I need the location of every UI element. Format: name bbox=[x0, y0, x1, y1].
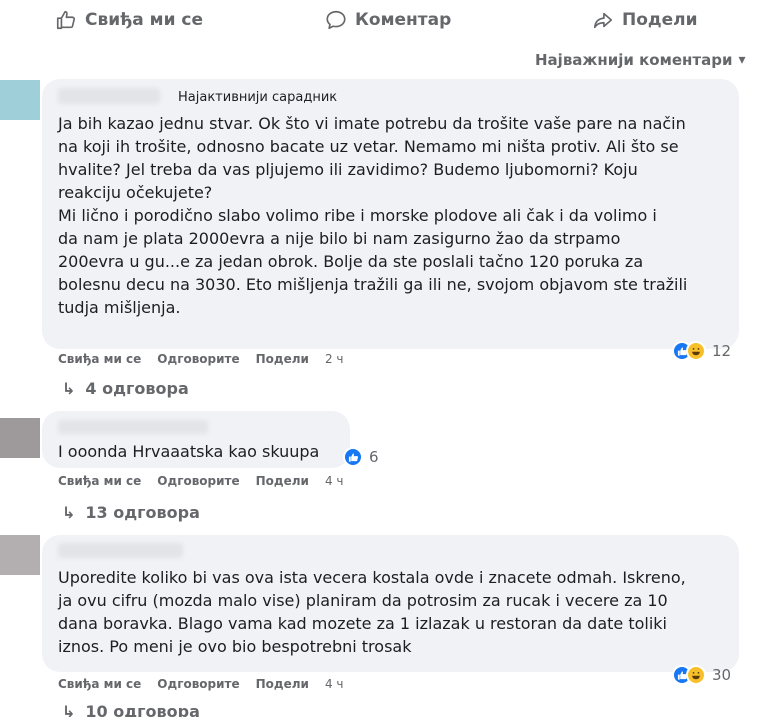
view-replies-link[interactable]: ↳ 13 одговора bbox=[62, 503, 200, 522]
comment-share-button[interactable]: Подели bbox=[256, 677, 309, 691]
replies-count-label: 13 одговора bbox=[85, 503, 200, 522]
comment-bubble-icon bbox=[326, 10, 346, 30]
comment-post-label: Коментар bbox=[355, 10, 452, 30]
reply-arrow-icon: ↳ bbox=[62, 702, 76, 717]
comment-reply-button[interactable]: Одговорите bbox=[157, 352, 239, 366]
blurred-commenter-name bbox=[58, 543, 183, 558]
thumbs-up-icon bbox=[56, 10, 76, 30]
comment-actions: Свиђа ми се Одговорите Подели 4 ч bbox=[58, 474, 344, 488]
comment-sort-dropdown[interactable]: Најважнији коментари ▾ bbox=[535, 49, 746, 71]
share-arrow-icon bbox=[593, 12, 613, 29]
comment-timestamp[interactable]: 4 ч bbox=[325, 677, 344, 691]
comment-reply-button[interactable]: Одговорите bbox=[157, 677, 239, 691]
replies-count-label: 4 одговора bbox=[85, 379, 189, 398]
comment-like-button[interactable]: Свиђа ми се bbox=[58, 352, 141, 366]
view-replies-link[interactable]: ↳ 10 одговора bbox=[62, 702, 200, 717]
blurred-commenter-name bbox=[58, 88, 160, 104]
blurred-commenter-name bbox=[58, 420, 208, 434]
comment-timestamp[interactable]: 2 ч bbox=[325, 352, 344, 366]
reaction-count: 12 bbox=[712, 342, 732, 360]
reaction-count: 6 bbox=[369, 448, 379, 466]
view-replies-link[interactable]: ↳ 4 одговора bbox=[62, 379, 189, 398]
like-post-button[interactable]: Свиђа ми се bbox=[55, 8, 203, 32]
comment-post-button[interactable]: Коментар bbox=[325, 8, 451, 32]
top-contributor-badge: Најактивнији сарадник bbox=[178, 90, 338, 105]
like-post-label: Свиђа ми се bbox=[85, 10, 204, 30]
share-post-button[interactable]: Подели bbox=[592, 8, 698, 32]
comment-text: Ja bih kazao jednu stvar. Ok što vi imat… bbox=[58, 114, 688, 317]
comment-actions: Свиђа ми се Одговорите Подели 2 ч bbox=[58, 352, 344, 366]
reply-arrow-icon: ↳ bbox=[62, 379, 76, 398]
comment-actions: Свиђа ми се Одговорите Подели 4 ч bbox=[58, 677, 344, 691]
commenter-avatar[interactable] bbox=[0, 535, 40, 575]
reaction-count: 30 bbox=[712, 666, 732, 684]
comment-reply-button[interactable]: Одговорите bbox=[157, 474, 239, 488]
replies-count-label: 10 одговора bbox=[85, 702, 200, 717]
comment-share-button[interactable]: Подели bbox=[256, 474, 309, 488]
commenter-avatar[interactable] bbox=[0, 80, 40, 120]
comment-reactions[interactable]: 6 bbox=[343, 447, 379, 467]
like-reaction-icon bbox=[343, 447, 363, 467]
haha-reaction-icon bbox=[686, 665, 706, 685]
comment-reactions[interactable]: 30 bbox=[672, 665, 731, 685]
comment-share-button[interactable]: Подели bbox=[256, 352, 309, 366]
share-post-label: Подели bbox=[622, 10, 698, 30]
commenter-avatar[interactable] bbox=[0, 418, 40, 458]
comment-like-button[interactable]: Свиђа ми се bbox=[58, 677, 141, 691]
haha-reaction-icon bbox=[686, 341, 706, 361]
comment-reactions[interactable]: 12 bbox=[672, 341, 731, 361]
comment-sort-label: Најважнији коментари bbox=[535, 51, 733, 69]
chevron-down-icon: ▾ bbox=[738, 52, 746, 68]
comment-text: I ooonda Hrvaaatska kao skuupa bbox=[58, 442, 320, 461]
reply-arrow-icon: ↳ bbox=[62, 503, 76, 522]
comment-timestamp[interactable]: 4 ч bbox=[325, 474, 344, 488]
comment-text: Uporedite koliko bi vas ova ista vecera … bbox=[58, 568, 686, 656]
comment-like-button[interactable]: Свиђа ми се bbox=[58, 474, 141, 488]
post-action-bar: Свиђа ми се Коментар Подели bbox=[0, 0, 768, 40]
